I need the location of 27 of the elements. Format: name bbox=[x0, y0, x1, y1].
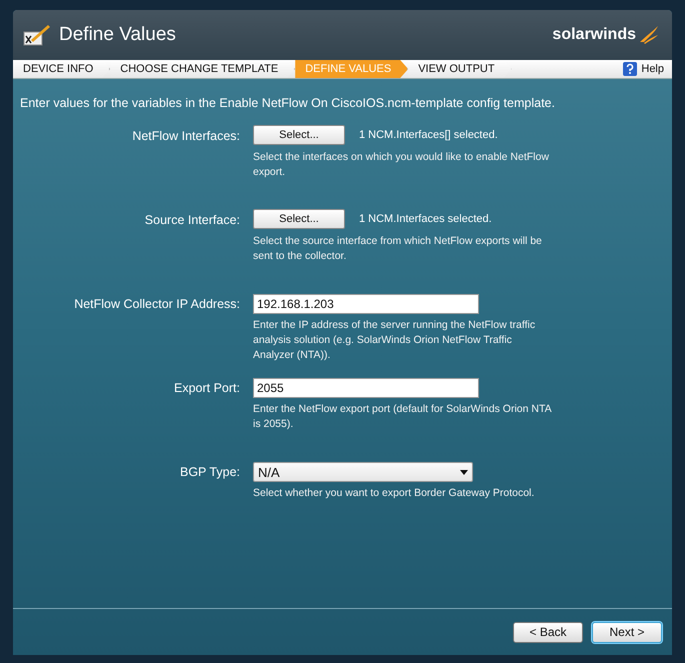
dropdown[interactable]: N/A bbox=[253, 462, 473, 482]
caret-icon bbox=[460, 470, 468, 474]
field-hint: Enter the IP address of the server running the NetFlow traffic analysis solution (e.g. SolarWinds Orion NetFlow Traffic Analyzer (NTA)). bbox=[253, 318, 536, 363]
nav-button[interactable]: Next > bbox=[592, 622, 662, 642]
input-field[interactable]: 192.168.1.203 bbox=[253, 294, 479, 314]
selection-status: 1 NCM.Interfaces[] selected. bbox=[359, 129, 498, 141]
field-hint: Select the interfaces on which you would like to enable NetFlow export. bbox=[253, 150, 550, 180]
brand-logo: solarwinds bbox=[552, 26, 636, 44]
template-edit-icon bbox=[23, 23, 51, 47]
nav-button[interactable]: < Back bbox=[513, 622, 583, 642]
select-button[interactable]: Select... bbox=[253, 209, 345, 229]
field-hint: Enter the NetFlow export port (default for SolarWinds Orion NTA is 2055). bbox=[253, 402, 552, 432]
input-field[interactable]: 2055 bbox=[253, 378, 479, 398]
field-hint: Select whether you want to export Border Gateway Protocol. bbox=[253, 486, 536, 501]
field-label: NetFlow Collector IP Address: bbox=[73, 296, 240, 313]
field-hint: Select the source interface from which NetFlow exports will be sent to the collector. bbox=[253, 234, 543, 264]
flame-icon bbox=[638, 26, 658, 44]
intro-text: Enter values for the variables in the Enable NetFlow On CiscoIOS.ncm-template config template. bbox=[20, 96, 556, 110]
field-label: Export Port: bbox=[173, 380, 240, 397]
field-label: NetFlow Interfaces: bbox=[131, 128, 240, 145]
window-title: Define Values bbox=[59, 24, 177, 46]
select-button[interactable]: Select... bbox=[253, 125, 345, 145]
help-link[interactable]: Help bbox=[641, 63, 664, 75]
help-icon[interactable] bbox=[623, 62, 638, 76]
field-label: BGP Type: bbox=[179, 464, 240, 481]
field-label: Source Interface: bbox=[144, 212, 240, 229]
selection-status: 1 NCM.Interfaces selected. bbox=[359, 213, 492, 225]
